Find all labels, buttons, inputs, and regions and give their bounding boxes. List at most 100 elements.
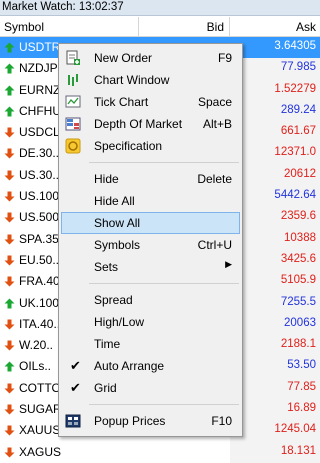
table-row[interactable]: XAGUS 18.131 [0,441,320,463]
menu-shortcut: Space [197,95,232,109]
ask-price-cell: 77.85 [287,380,316,393]
menu-item-label: Spread [94,293,133,307]
chart-window-icon [68,74,78,86]
symbol-cell: EURNZ [19,82,61,97]
menu-item-hide-all[interactable]: Hide All [61,190,240,212]
menu-separator [89,404,239,405]
menu-item-label: Hide [94,172,119,186]
ask-price-cell: 5105.9 [280,274,316,287]
menu-item-show-all[interactable]: Show All [61,212,240,234]
symbol-cell: SUGAR [19,402,62,417]
price-up-arrow-icon [4,63,15,74]
symbol-cell: COTTO [19,380,61,395]
symbol-cell: XAGUS [19,444,62,459]
column-divider[interactable] [138,17,139,37]
menu-item-label: Sets [94,260,119,274]
menu-shortcut: Delete [197,172,232,186]
symbol-cell: OILs.. [19,359,52,374]
menu-separator [89,283,239,284]
symbol-cell: US.500 [19,210,60,225]
ask-price-cell: 7255.5 [280,295,316,308]
window-title: Market Watch: 13:02:37 [0,0,320,16]
ask-price-cell: 1245.04 [274,423,316,436]
ask-price-cell: 16.89 [287,402,316,415]
price-down-arrow-icon [4,191,15,202]
menu-item-label: Specification [94,139,163,153]
menu-item-new-order[interactable]: New Order F9 [61,47,240,69]
column-header-row: Symbol Bid Ask [0,17,320,37]
symbol-cell: NZDJP [19,61,58,76]
price-down-arrow-icon [4,383,15,394]
menu-item-label: Depth Of Market [94,117,183,131]
menu-item-label: Tick Chart [94,95,149,109]
symbol-cell: ITA.40.. [19,316,61,331]
price-down-arrow-icon [4,319,15,330]
ask-price-cell: 20063 [284,316,316,329]
menu-item-label: Popup Prices [94,414,166,428]
ask-price-cell: 12371.0 [274,146,316,159]
specification-icon [65,138,81,154]
menu-item-chart-window[interactable]: Chart Window [61,69,240,91]
price-down-arrow-icon [4,276,15,287]
price-down-arrow-icon [4,212,15,223]
menu-item-label: Grid [94,381,117,395]
symbol-cell: US.30.. [19,167,60,182]
menu-item-label: Symbols [94,238,141,252]
symbol-cell: USDCL [19,125,60,140]
symbol-cell: DE.30.. [19,146,60,161]
symbol-cell: XAUUS [19,423,61,438]
menu-item-label: Auto Arrange [94,359,165,373]
price-up-arrow-icon [4,85,15,96]
column-header-bid[interactable]: Bid [207,20,224,34]
price-down-arrow-icon [4,404,15,415]
submenu-arrow-icon: ▶ [225,259,232,269]
menu-item-label: High/Low [94,315,145,329]
menu-item-popup-prices[interactable]: Popup Prices F10 [61,410,240,432]
popup-prices-icon [65,414,81,428]
symbol-cell: UK.100 [19,295,60,310]
price-up-arrow-icon [4,42,15,53]
ask-price-cell: 661.67 [280,125,316,138]
context-menu: New Order F9 Chart Window Tick Chart Spa… [58,43,243,437]
menu-separator [89,162,239,163]
menu-item-time[interactable]: Time [61,333,240,355]
menu-item-spread[interactable]: Spread [61,289,240,311]
ask-price-cell: 2188.1 [280,338,316,351]
symbol-cell: SPA.35 [19,231,59,246]
checkmark-icon: ✔ [70,380,81,395]
price-down-arrow-icon [4,148,15,159]
menu-item-high-low[interactable]: High/Low [61,311,240,333]
menu-item-sets[interactable]: Sets ▶ [61,256,240,278]
menu-item-tick-chart[interactable]: Tick Chart Space [61,91,240,113]
price-up-arrow-icon [4,298,15,309]
ask-price-cell: 3.64305 [274,40,316,52]
menu-shortcut: F10 [211,414,232,428]
column-divider[interactable] [229,17,230,37]
tick-chart-icon [65,95,81,108]
ask-price-cell: 77.985 [280,61,316,74]
menu-item-symbols[interactable]: Symbols Ctrl+U [61,234,240,256]
menu-item-label: New Order [94,51,153,65]
price-up-arrow-icon [4,361,15,372]
ask-price-cell: 289.24 [280,103,316,116]
menu-shortcut: Ctrl+U [197,238,232,252]
menu-item-hide[interactable]: Hide Delete [61,168,240,190]
menu-item-grid[interactable]: ✔ Grid [61,377,240,399]
ask-price-cell: 20612 [284,167,316,180]
depth-of-market-icon [65,117,81,131]
menu-item-depth-of-market[interactable]: Depth Of Market Alt+B [61,113,240,135]
menu-item-specification[interactable]: Specification [61,135,240,157]
price-down-arrow-icon [4,340,15,351]
ask-price-cell: 1.52279 [274,82,316,95]
price-down-arrow-icon [4,127,15,138]
column-header-ask[interactable]: Ask [296,20,316,34]
symbol-cell: US.100 [19,189,60,204]
price-down-arrow-icon [4,170,15,181]
symbol-cell: USDTR [19,40,61,54]
column-header-symbol[interactable]: Symbol [4,20,44,34]
menu-item-label: Hide All [94,194,135,208]
menu-item-auto-arrange[interactable]: ✔ Auto Arrange [61,355,240,377]
menu-shortcut: F9 [217,51,232,65]
price-down-arrow-icon [4,425,15,436]
symbol-cell: W.20.. [19,338,54,353]
